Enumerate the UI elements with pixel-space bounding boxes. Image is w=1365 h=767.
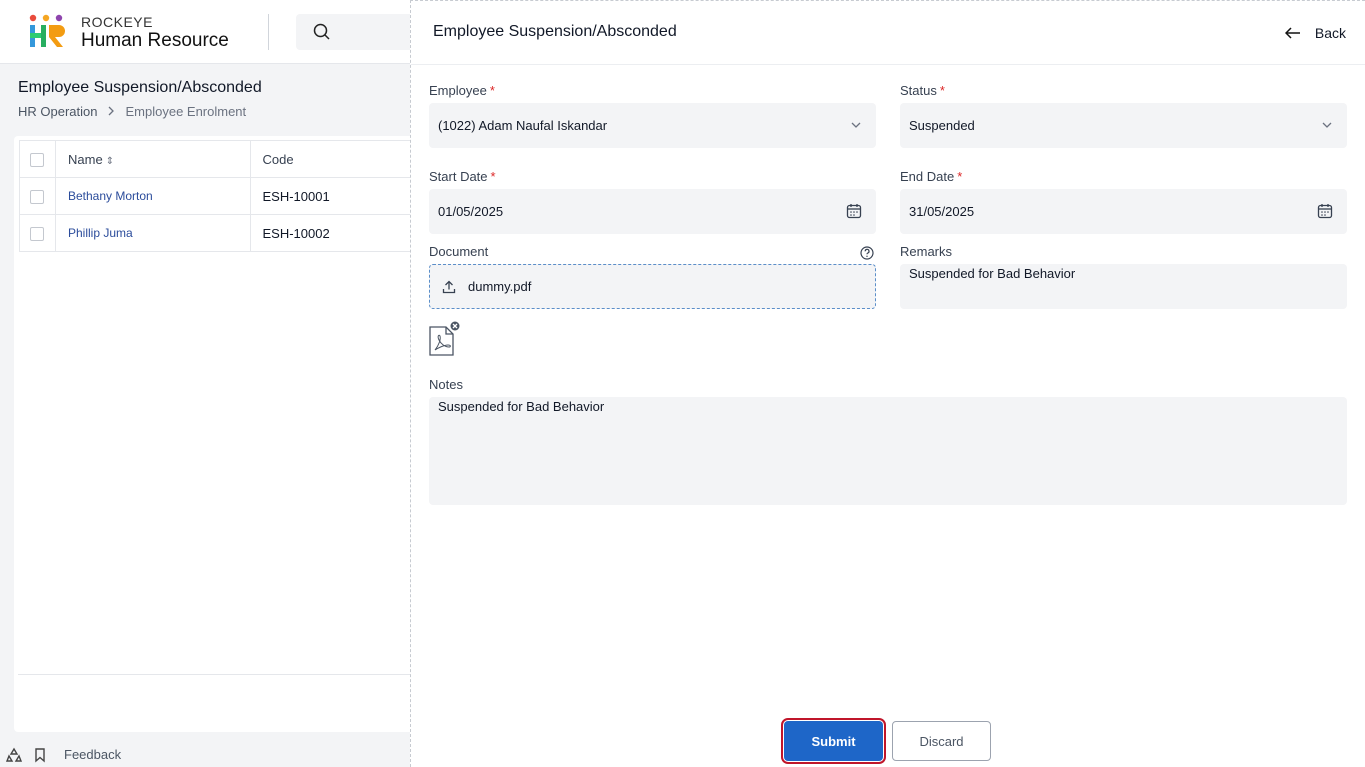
table-row: Phillip Juma ESH-10002 bbox=[19, 214, 414, 252]
page-title: Employee Suspension/Absconded bbox=[18, 79, 262, 96]
employee-code: ESH-10002 bbox=[249, 214, 414, 252]
breadcrumb-item-employee-enrolment: Employee Enrolment bbox=[125, 104, 247, 119]
document-label: Document bbox=[429, 244, 489, 259]
notes-value: Suspended for Bad Behavior bbox=[438, 399, 605, 414]
required-mark: * bbox=[957, 169, 963, 184]
start-date-input[interactable]: 01/05/2025 bbox=[429, 189, 876, 234]
row-select-cell bbox=[19, 177, 56, 215]
help-icon[interactable] bbox=[860, 246, 874, 260]
employee-label: Employee * bbox=[429, 83, 495, 98]
bookmark-icon[interactable] bbox=[32, 747, 48, 763]
back-label: Back bbox=[1314, 25, 1346, 41]
table-row: Bethany Morton ESH-10001 bbox=[19, 177, 414, 215]
end-date-label: End Date * bbox=[900, 169, 963, 184]
back-button[interactable]: Back bbox=[1284, 25, 1346, 41]
select-all-cell bbox=[19, 140, 56, 178]
upload-icon bbox=[442, 280, 456, 293]
chevron-right-icon bbox=[107, 104, 115, 119]
brand: ROCKEYE Human Resource bbox=[81, 14, 229, 52]
employee-table-card: Name ⇕ Code Bethany Morton ESH-10001 Phil… bbox=[14, 136, 414, 732]
employee-table: Name ⇕ Code Bethany Morton ESH-10001 Phil… bbox=[19, 140, 414, 252]
breadcrumb-item-hr-operation[interactable]: HR Operation bbox=[18, 104, 97, 119]
start-date-label: Start Date * bbox=[429, 169, 496, 184]
status-select[interactable]: Suspended bbox=[900, 103, 1347, 148]
document-upload-area[interactable]: dummy.pdf bbox=[429, 264, 876, 309]
remarks-label: Remarks bbox=[900, 244, 953, 259]
required-mark: * bbox=[490, 169, 496, 184]
employee-code: ESH-10001 bbox=[249, 177, 414, 215]
suspension-form-drawer: Employee Suspension/Absconded Back Emplo… bbox=[410, 0, 1365, 767]
employee-select-value: (1022) Adam Naufal Iskandar bbox=[438, 118, 608, 133]
brand-name: Human Resource bbox=[81, 30, 229, 51]
drawer-title: Employee Suspension/Absconded bbox=[433, 23, 677, 40]
search-icon bbox=[313, 23, 330, 40]
bottom-bar: Feedback bbox=[0, 742, 410, 767]
card-footer-divider bbox=[18, 674, 414, 675]
column-header-name[interactable]: Name ⇕ bbox=[55, 140, 251, 178]
status-select-value: Suspended bbox=[909, 118, 975, 133]
required-mark: * bbox=[489, 83, 495, 98]
table-header-row: Name ⇕ Code bbox=[19, 140, 414, 178]
search-box[interactable] bbox=[296, 14, 426, 50]
header-divider bbox=[268, 14, 269, 50]
arrow-left-icon bbox=[1284, 27, 1300, 39]
end-date-input[interactable]: 31/05/2025 bbox=[900, 189, 1347, 234]
calendar-icon[interactable] bbox=[846, 203, 862, 219]
employee-select[interactable]: (1022) Adam Naufal Iskandar bbox=[429, 103, 876, 148]
required-mark: * bbox=[939, 83, 945, 98]
employee-name-link[interactable]: Phillip Juma bbox=[55, 214, 251, 252]
breadcrumb: HR Operation Employee Enrolment bbox=[18, 104, 246, 119]
remarks-textarea[interactable]: Suspended for Bad Behavior bbox=[900, 264, 1347, 309]
discard-button[interactable]: Discard bbox=[892, 721, 991, 761]
row-checkbox[interactable] bbox=[30, 226, 44, 241]
uploaded-file-name: dummy.pdf bbox=[468, 279, 532, 294]
chevron-down-icon bbox=[1322, 122, 1332, 128]
brand-small: ROCKEYE bbox=[81, 14, 153, 30]
app-logo-icon bbox=[29, 14, 65, 47]
feedback-link[interactable]: Feedback bbox=[64, 747, 121, 762]
start-date-value: 01/05/2025 bbox=[438, 204, 504, 219]
column-name-label: Name bbox=[68, 151, 103, 167]
submit-button[interactable]: Submit bbox=[781, 718, 886, 764]
chevron-down-icon bbox=[851, 122, 861, 128]
recycle-icon[interactable] bbox=[6, 747, 22, 763]
column-header-code: Code bbox=[249, 140, 414, 178]
status-label: Status * bbox=[900, 83, 945, 98]
employee-name-link[interactable]: Bethany Morton bbox=[55, 177, 251, 215]
row-checkbox[interactable] bbox=[30, 189, 44, 204]
select-all-checkbox[interactable] bbox=[30, 152, 44, 167]
sort-icon[interactable]: ⇕ bbox=[106, 156, 114, 167]
pdf-file-icon[interactable] bbox=[429, 321, 463, 357]
notes-label: Notes bbox=[429, 377, 463, 392]
remarks-value: Suspended for Bad Behavior bbox=[909, 266, 1076, 281]
calendar-icon[interactable] bbox=[1317, 203, 1333, 219]
notes-textarea[interactable]: Suspended for Bad Behavior bbox=[429, 397, 1347, 505]
row-select-cell bbox=[19, 214, 56, 252]
end-date-value: 31/05/2025 bbox=[909, 204, 975, 219]
drawer-header: Employee Suspension/Absconded Back bbox=[411, 1, 1365, 65]
